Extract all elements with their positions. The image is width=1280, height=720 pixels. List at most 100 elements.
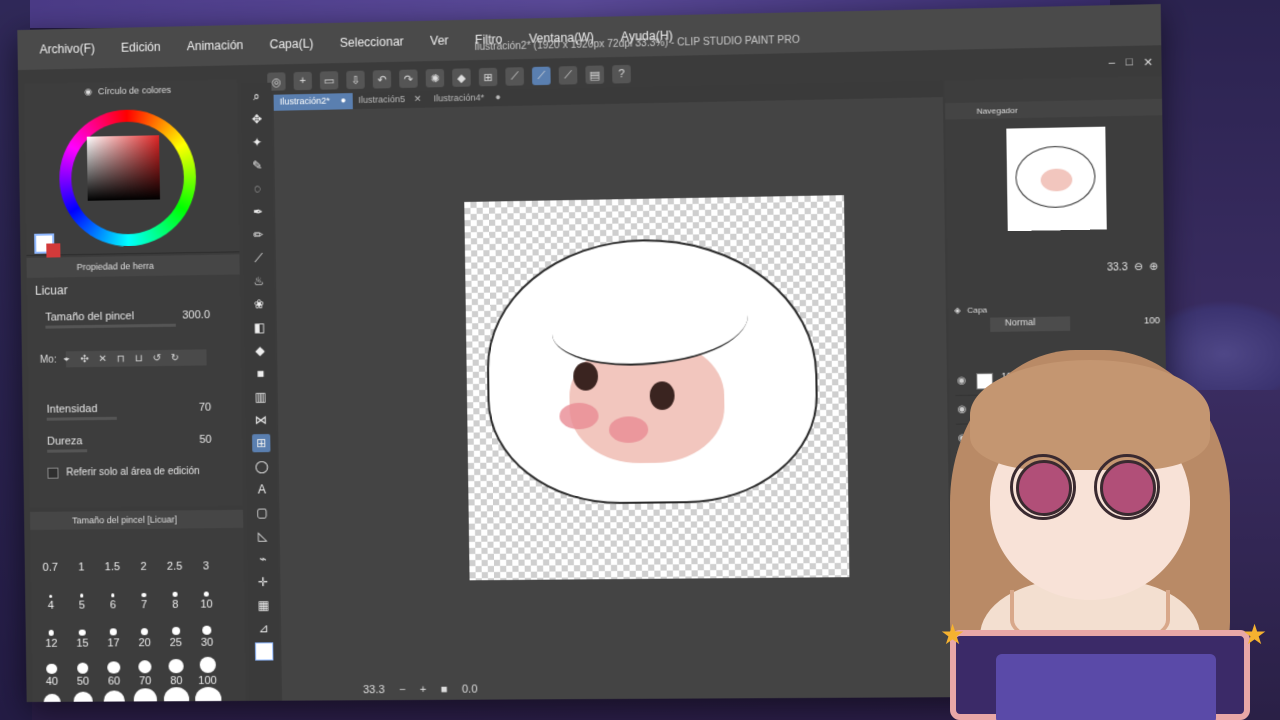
hardness-row[interactable]: Dureza 50 bbox=[47, 434, 228, 448]
pen-icon[interactable]: ✒ bbox=[249, 203, 267, 221]
brush-size-preset[interactable]: 17 bbox=[97, 611, 129, 649]
brush-size-preset[interactable]: 20 bbox=[129, 611, 161, 649]
mode-twist-right-icon[interactable]: ↻ bbox=[167, 352, 183, 363]
color-wheel-tab[interactable]: ◉ Círculo de colores bbox=[24, 79, 237, 102]
zoom-out-icon[interactable]: − bbox=[399, 684, 406, 696]
frame-icon[interactable]: ▢ bbox=[253, 503, 271, 521]
mode-push-icon[interactable]: ⌖ bbox=[58, 354, 74, 365]
text-icon[interactable]: A bbox=[253, 480, 271, 498]
brush-size-preset[interactable]: 8 bbox=[159, 573, 191, 611]
intensity-slider[interactable] bbox=[47, 417, 117, 421]
snap-special-ruler-icon[interactable]: ⟋ bbox=[532, 67, 551, 86]
intensity-row[interactable]: Intensidad 70 bbox=[47, 401, 228, 415]
brush-size-preset[interactable]: 5 bbox=[66, 573, 98, 611]
brush-size-value[interactable]: 300.0 bbox=[182, 309, 210, 321]
ribbon-icon[interactable]: ⋈ bbox=[252, 411, 270, 429]
hardness-value[interactable]: 50 bbox=[199, 434, 212, 446]
airbrush-icon[interactable]: ♨ bbox=[250, 272, 268, 290]
close-tab-icon[interactable]: ✕ bbox=[414, 94, 422, 105]
mode-twist-left-icon[interactable]: ↺ bbox=[149, 352, 165, 363]
sub-color-swatch[interactable] bbox=[46, 243, 60, 257]
snap-ruler-icon[interactable]: ⟋ bbox=[505, 67, 524, 86]
brush-size-preset[interactable]: 200 bbox=[130, 687, 162, 702]
navigator-zoom-out-icon[interactable]: ⊖ bbox=[1134, 262, 1143, 273]
transform-icon[interactable]: ⊞ bbox=[479, 68, 498, 87]
save-icon[interactable]: ⇩ bbox=[346, 71, 365, 90]
brush-size-preset[interactable]: 2 bbox=[128, 535, 160, 573]
brush-size-preset[interactable]: 12 bbox=[35, 612, 67, 650]
liquify-icon[interactable]: ⊞ bbox=[252, 434, 270, 452]
brush-size-row[interactable]: Tamaño del pincel 300.0 bbox=[45, 309, 226, 324]
drawing-canvas[interactable] bbox=[464, 195, 849, 580]
brush-size-preset[interactable]: 10 bbox=[190, 572, 222, 610]
grid-tool-icon[interactable]: ▦ bbox=[254, 596, 272, 614]
fill-tool-icon[interactable]: ■ bbox=[251, 365, 269, 383]
object-icon[interactable]: ⊿ bbox=[255, 619, 273, 637]
help-icon[interactable]: ? bbox=[612, 65, 631, 84]
shape-icon[interactable]: ◯ bbox=[252, 457, 270, 475]
menu-capa[interactable]: Capa(L) bbox=[269, 36, 313, 51]
layer-row[interactable]: ◉ bbox=[956, 422, 1163, 453]
hardness-slider[interactable] bbox=[47, 449, 87, 452]
gradient-icon[interactable]: ▥ bbox=[251, 388, 269, 406]
brush-size-preset[interactable]: 250 bbox=[161, 687, 193, 702]
brush-size-preset[interactable]: 40 bbox=[36, 650, 68, 688]
brush-size-preset[interactable]: 60 bbox=[98, 649, 130, 687]
operation-icon[interactable]: ✦ bbox=[248, 133, 266, 151]
mode-pinch-icon[interactable]: ✕ bbox=[95, 353, 111, 364]
brush-size-preset[interactable]: 300 bbox=[192, 687, 224, 702]
brush-size-preset[interactable]: 80 bbox=[160, 649, 192, 687]
snap-grid-icon[interactable]: ⟋ bbox=[559, 66, 578, 85]
eraser-icon[interactable]: ◧ bbox=[250, 318, 268, 336]
ruler-icon[interactable]: ◺ bbox=[253, 527, 271, 545]
new-file-icon[interactable]: + bbox=[294, 72, 312, 91]
brush-size-preset[interactable]: 7 bbox=[128, 573, 160, 611]
brush-size-preset[interactable]: 25 bbox=[160, 611, 192, 649]
menu-archivo[interactable]: Archivo(F) bbox=[39, 41, 95, 56]
eyedropper-icon[interactable]: ✎ bbox=[248, 156, 266, 174]
brush-size-preset[interactable]: 15 bbox=[66, 611, 98, 649]
tab-ilustracion4[interactable]: Ilustración4* ● bbox=[428, 90, 507, 108]
menu-seleccionar[interactable]: Seleccionar bbox=[340, 34, 404, 50]
mode-selector[interactable]: Mo: ⌖ ✣ ✕ ⊓ ⊔ ↺ ↻ bbox=[66, 349, 207, 367]
brush-size-preset[interactable]: 70 bbox=[129, 649, 161, 687]
edit-area-row[interactable]: Referir solo al área de edición bbox=[47, 466, 228, 479]
brush-size-preset[interactable]: 3 bbox=[190, 534, 222, 572]
brush-size-preset[interactable]: 120 bbox=[36, 688, 68, 702]
visibility-eye-icon[interactable]: ◉ bbox=[955, 375, 968, 386]
blend-mode-select[interactable]: Normal bbox=[990, 316, 1070, 332]
edit-area-checkbox[interactable] bbox=[47, 468, 58, 479]
visibility-eye-icon[interactable]: ◉ bbox=[956, 433, 969, 444]
balloon-icon[interactable]: ⌁ bbox=[254, 550, 272, 568]
menu-edicion[interactable]: Edición bbox=[121, 40, 161, 55]
loading-icon[interactable]: ✺ bbox=[426, 69, 445, 88]
tab-ilustracion2[interactable]: Ilustración2* ● bbox=[274, 93, 353, 111]
brush-size-preset[interactable]: 6 bbox=[97, 573, 129, 611]
undo-icon[interactable]: ↶ bbox=[373, 70, 392, 89]
brush-size-tab[interactable]: Tamaño del pincel [Licuar] bbox=[30, 510, 243, 530]
brush-size-preset[interactable]: 50 bbox=[67, 650, 99, 688]
brush-size-slider[interactable] bbox=[45, 324, 175, 329]
fill-icon[interactable]: ◆ bbox=[452, 68, 471, 87]
visibility-eye-icon[interactable]: ◉ bbox=[956, 404, 969, 415]
brush-size-preset[interactable]: 170 bbox=[99, 687, 131, 702]
layer-row[interactable]: ◉ bbox=[956, 451, 1163, 482]
redo-icon[interactable]: ↷ bbox=[399, 69, 418, 88]
visibility-eye-icon[interactable]: ◉ bbox=[956, 461, 969, 472]
saturation-value-square[interactable] bbox=[87, 135, 160, 201]
brush-size-preset[interactable]: 1 bbox=[65, 535, 97, 573]
layer-opacity[interactable]: 100 bbox=[1144, 315, 1160, 326]
pencil-icon[interactable]: ✏ bbox=[249, 226, 267, 244]
brush-size-preset[interactable]: 100 bbox=[191, 649, 223, 687]
menu-animacion[interactable]: Animación bbox=[187, 38, 244, 53]
brush-size-preset[interactable]: 0.7 bbox=[34, 536, 66, 574]
brush-size-preset[interactable]: 2.5 bbox=[159, 534, 191, 572]
brush-size-preset[interactable]: 1.5 bbox=[96, 535, 128, 573]
navigator-zoom[interactable]: 33.3 bbox=[1107, 262, 1128, 274]
navigator-preview[interactable] bbox=[1006, 127, 1106, 232]
move-icon[interactable]: ✥ bbox=[247, 110, 265, 128]
layer-row[interactable]: ◉ 100 Ca bbox=[956, 393, 1163, 424]
brush-size-preset[interactable]: 4 bbox=[35, 574, 67, 612]
open-file-icon[interactable]: ▭ bbox=[320, 71, 339, 90]
decoration-icon[interactable]: ❀ bbox=[250, 295, 268, 313]
